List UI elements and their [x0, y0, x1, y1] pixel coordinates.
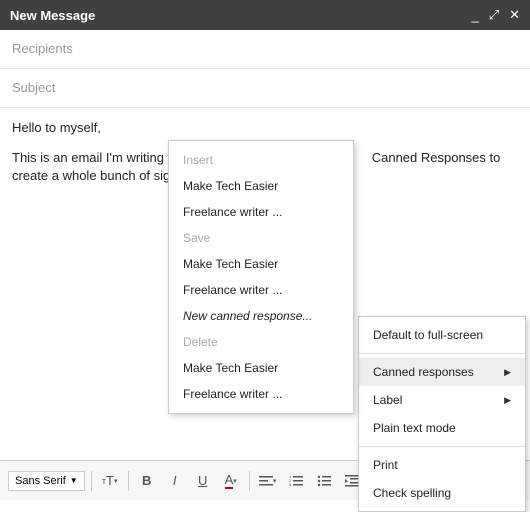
- insert-item[interactable]: Freelance writer ...: [169, 199, 353, 225]
- save-item[interactable]: Make Tech Easier: [169, 251, 353, 277]
- expand-icon[interactable]: ⤢: [489, 7, 499, 23]
- ctx-label[interactable]: Label ▶: [359, 386, 525, 414]
- close-icon[interactable]: ✕: [509, 7, 520, 23]
- menu-divider: [359, 446, 525, 447]
- italic-button[interactable]: I: [163, 469, 187, 493]
- numbered-list-icon: 123: [289, 474, 303, 488]
- svg-text:3: 3: [289, 482, 292, 487]
- more-options-menu: Default to full-screen Canned responses …: [358, 316, 526, 512]
- subject-placeholder: Subject: [12, 80, 55, 95]
- dropdown-arrow-icon: ▼: [70, 476, 78, 485]
- recipients-placeholder: Recipients: [12, 41, 73, 56]
- save-item[interactable]: Freelance writer ...: [169, 277, 353, 303]
- delete-item[interactable]: Make Tech Easier: [169, 355, 353, 381]
- menu-divider: [359, 353, 525, 354]
- window-controls: _ ⤢ ✕: [471, 7, 520, 23]
- compose-titlebar: New Message _ ⤢ ✕: [0, 0, 530, 30]
- ctx-print[interactable]: Print: [359, 451, 525, 479]
- underline-button[interactable]: U: [191, 469, 215, 493]
- submenu-arrow-icon: ▶: [504, 395, 511, 406]
- ctx-default-fullscreen[interactable]: Default to full-screen: [359, 321, 525, 349]
- canned-responses-submenu: Insert Make Tech Easier Freelance writer…: [168, 140, 354, 414]
- compose-title: New Message: [10, 8, 95, 23]
- bullet-list-icon: [317, 474, 331, 488]
- text-color-button[interactable]: A▾: [219, 469, 243, 493]
- toolbar-separator: [249, 471, 250, 491]
- font-size-button[interactable]: тT▾: [98, 469, 122, 493]
- section-insert: Insert: [169, 147, 353, 173]
- ctx-canned-responses[interactable]: Canned responses ▶: [359, 358, 525, 386]
- body-greeting: Hello to myself,: [12, 120, 518, 135]
- insert-item[interactable]: Make Tech Easier: [169, 173, 353, 199]
- align-icon: [259, 474, 273, 488]
- align-button[interactable]: ▾: [256, 469, 280, 493]
- minimize-icon[interactable]: _: [471, 8, 478, 23]
- indent-less-icon: [345, 474, 359, 488]
- section-delete: Delete: [169, 329, 353, 355]
- toolbar-separator: [128, 471, 129, 491]
- numbered-list-button[interactable]: 123: [284, 469, 308, 493]
- section-save: Save: [169, 225, 353, 251]
- ctx-plain-text[interactable]: Plain text mode: [359, 414, 525, 442]
- font-family-select[interactable]: Sans Serif ▼: [8, 471, 85, 491]
- delete-item[interactable]: Freelance writer ...: [169, 381, 353, 407]
- bullet-list-button[interactable]: [312, 469, 336, 493]
- ctx-check-spelling[interactable]: Check spelling: [359, 479, 525, 507]
- submenu-arrow-icon: ▶: [504, 367, 511, 378]
- subject-field[interactable]: Subject: [0, 69, 530, 108]
- recipients-field[interactable]: Recipients: [0, 30, 530, 69]
- bold-button[interactable]: B: [135, 469, 159, 493]
- new-canned-response[interactable]: New canned response...: [169, 303, 353, 329]
- toolbar-separator: [91, 471, 92, 491]
